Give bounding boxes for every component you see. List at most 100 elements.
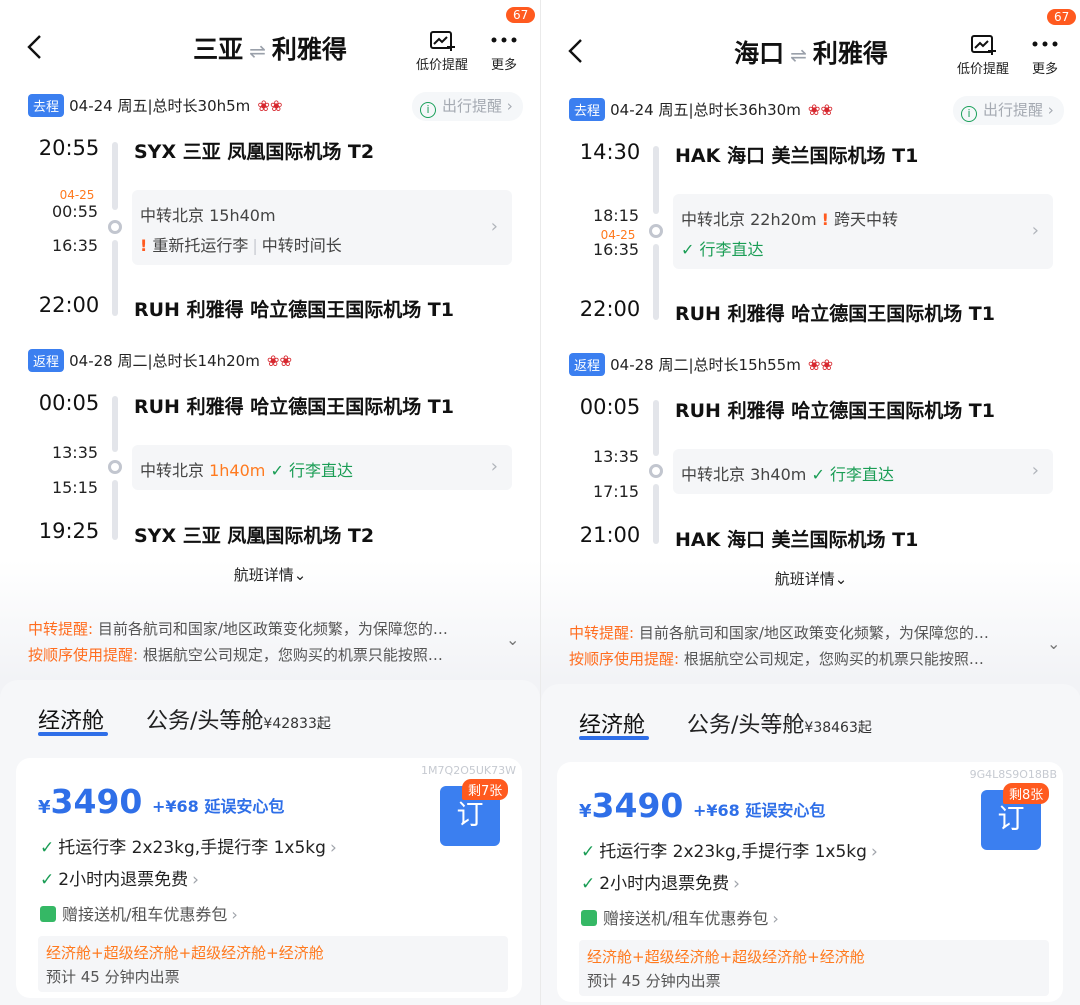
more-dots-icon [491, 37, 517, 43]
outbound-transfer-card[interactable]: 中转北京 22h20m ! 跨天中转 ✓ 行李直达 › [673, 194, 1053, 269]
airline-logo-icon: ❀❀ [257, 97, 283, 115]
price-alert-button[interactable]: 低价提醒 [410, 30, 474, 73]
return-transfer-card[interactable]: 中转北京 3h40m ✓ 行李直达 › [673, 449, 1053, 494]
flight-details-label: 航班详情 [233, 566, 294, 584]
airline-logo-icon: ❀❀ [807, 101, 834, 119]
transfer-label: 中转北京 3h40m [681, 465, 807, 484]
origin-city: 三亚 [193, 35, 244, 64]
price-alert-button[interactable]: 低价提醒 [951, 34, 1015, 77]
cabin-combo: 经济舱+超级经济舱+超级经济舱+经济舱 [587, 948, 865, 966]
currency: ¥ [579, 801, 592, 822]
transfer-notice[interactable]: 中转提醒: 目前各航司和国家/地区政策变化频繁，为保障您的… [28, 618, 498, 639]
return-date: 04-28 周二 [610, 356, 689, 374]
itinerary-screen-haikou: 海口 ⇌ 利雅得 低价提醒 更多 67 去程 04-24 周五|总时长36h30m … [540, 0, 1080, 1005]
baggage-perk[interactable]: ✓ 托运行李 2x23kg,手提行李 1x5kg › [40, 833, 337, 858]
tab-economy[interactable]: 经济舱 [579, 707, 645, 739]
baggage-through: 行李直达 [699, 240, 764, 259]
notice-text: 根据航空公司规定，您购买的机票只能按照… [679, 650, 984, 668]
warning-icon: ! [821, 210, 829, 229]
check-icon: ✓ [40, 870, 55, 890]
more-label: 更多 [1031, 62, 1058, 77]
chevron-down-icon[interactable]: ⌄ [506, 630, 519, 649]
gift-coupon[interactable]: 赠接送机/租车优惠券包 › [40, 901, 238, 925]
refund-perk[interactable]: ✓ 2小时内退票免费 › [40, 865, 199, 890]
more-button[interactable]: 更多 [472, 30, 536, 73]
ticketing-time: 预计 45 分钟内出票 [46, 968, 180, 986]
tab-business[interactable]: 公务/头等舱¥38463起 [687, 707, 872, 739]
travel-reminder-label: 出行提醒 [442, 97, 503, 115]
gift-coupon[interactable]: 赠接送机/租车优惠券包 › [581, 905, 779, 929]
check-icon: ✓ [681, 240, 695, 259]
notice-key: 按顺序使用提醒: [28, 646, 139, 664]
chevron-right-icon: › [231, 905, 238, 924]
price-value: 3490 [591, 786, 684, 825]
baggage-through: 行李直达 [829, 465, 894, 484]
return-conn-arr-time: 13:35 [592, 447, 640, 466]
outbound-dep-time: 14:30 [579, 140, 641, 164]
more-label: 更多 [490, 58, 517, 73]
return-conn-dep-time: 15:15 [51, 478, 99, 497]
chevron-right-icon: › [192, 870, 199, 890]
chevron-right-icon: › [772, 909, 779, 928]
sequence-notice[interactable]: 按顺序使用提醒: 根据航空公司规定，您购买的机票只能按照… [28, 644, 498, 665]
airline-logo-icon: ❀❀ [807, 356, 834, 374]
info-circle-icon: i [961, 106, 977, 122]
chevron-right-icon: › [1047, 101, 1054, 119]
return-transfer-card[interactable]: 中转北京 1h40m ✓ 行李直达 › [132, 445, 512, 490]
return-tag: 返程 [28, 349, 65, 372]
return-conn-dep-time: 17:15 [592, 482, 640, 501]
check-icon: ✓ [581, 842, 596, 862]
currency: ¥ [38, 797, 51, 818]
outbound-arr-airport: RUH 利雅得 哈立德国王国际机场 T1 [134, 299, 454, 321]
chevron-down-icon[interactable]: ⌄ [1047, 634, 1060, 653]
destination-city: 利雅得 [271, 35, 347, 64]
flight-details-toggle[interactable]: 航班详情⌄ [541, 568, 1080, 589]
return-duration: 总时长15h55m [693, 356, 801, 374]
chevron-right-icon: › [870, 842, 878, 862]
check-icon: ✓ [581, 874, 596, 894]
return-summary: 返程 04-28 周二|总时长14h20m ❀❀ [28, 349, 292, 372]
refund-perk[interactable]: ✓ 2小时内退票免费 › [581, 869, 740, 894]
tab-economy[interactable]: 经济舱 [38, 703, 104, 735]
outbound-transfer-card[interactable]: 中转北京 15h40m ! 重新托运行李 | 中转时间长 › [132, 190, 512, 265]
transfer-notice[interactable]: 中转提醒: 目前各航司和国家/地区政策变化频繁，为保障您的… [569, 622, 1039, 643]
tab-business[interactable]: 公务/头等舱¥42833起 [146, 703, 331, 735]
transfer-label: 中转北京 22h20m [681, 210, 817, 229]
check-icon: ✓ [811, 465, 825, 484]
chevron-down-icon: ⌄ [293, 566, 307, 584]
outbound-arr-time: 22:00 [579, 297, 641, 321]
notice-text: 目前各航司和国家/地区政策变化频繁，为保障您的… [634, 624, 989, 642]
check-icon: ✓ [40, 838, 55, 858]
outbound-date: 04-24 周五 [610, 101, 689, 119]
fare-card[interactable]: 1M7Q2O5UK73W ¥3490 +¥68 延误安心包 订 剩7张 ✓ 托运行… [16, 758, 522, 998]
baggage-perk[interactable]: ✓ 托运行李 2x23kg,手提行李 1x5kg › [581, 837, 878, 862]
flight-details-toggle[interactable]: 航班详情⌄ [0, 564, 540, 585]
fare-price: ¥3490 [38, 782, 142, 821]
more-button[interactable]: 更多 [1013, 34, 1077, 77]
delay-insurance-addon[interactable]: +¥68 延误安心包 [693, 797, 825, 821]
outbound-summary: 去程 04-24 周五|总时长30h5m ❀❀ [28, 94, 283, 117]
business-label: 公务/头等舱 [146, 709, 264, 734]
fare-price: ¥3490 [579, 786, 683, 825]
itinerary-screen-sanya: 三亚 ⇌ 利雅得 低价提醒 更多 67 去程 04-24 周五|总时长30h5m ❀… [0, 0, 540, 1005]
return-arr-time: 21:00 [579, 523, 641, 547]
fare-code: 9G4L8S9O18BB [969, 768, 1057, 781]
chevron-right-icon: › [1031, 220, 1039, 241]
travel-reminder-button[interactable]: i 出行提醒 › [953, 96, 1064, 125]
sequence-notice[interactable]: 按顺序使用提醒: 根据航空公司规定，您购买的机票只能按照… [569, 648, 1039, 669]
transfer-label: 中转北京 15h40m [140, 206, 276, 225]
chevron-down-icon: ⌄ [834, 570, 848, 588]
notification-badge: 67 [1047, 9, 1077, 25]
return-conn-arr-time: 13:35 [51, 443, 99, 462]
fare-card[interactable]: 9G4L8S9O18BB ¥3490 +¥68 延误安心包 订 剩8张 ✓ 托运行… [557, 762, 1063, 1002]
travel-reminder-button[interactable]: i 出行提醒 › [412, 92, 523, 121]
outbound-arr-time: 22:00 [38, 293, 100, 317]
delay-insurance-addon[interactable]: +¥68 延误安心包 [152, 793, 284, 817]
check-icon: ✓ [270, 461, 284, 480]
price-alert-chart-icon [430, 31, 455, 51]
seats-left-badge: 剩8张 [1003, 783, 1050, 804]
conn-arr-date: 04-25 [59, 188, 95, 202]
more-dots-icon [1032, 41, 1058, 47]
outbound-summary: 去程 04-24 周五|总时长36h30m ❀❀ [569, 98, 833, 121]
seats-left-badge: 剩7张 [462, 779, 509, 800]
